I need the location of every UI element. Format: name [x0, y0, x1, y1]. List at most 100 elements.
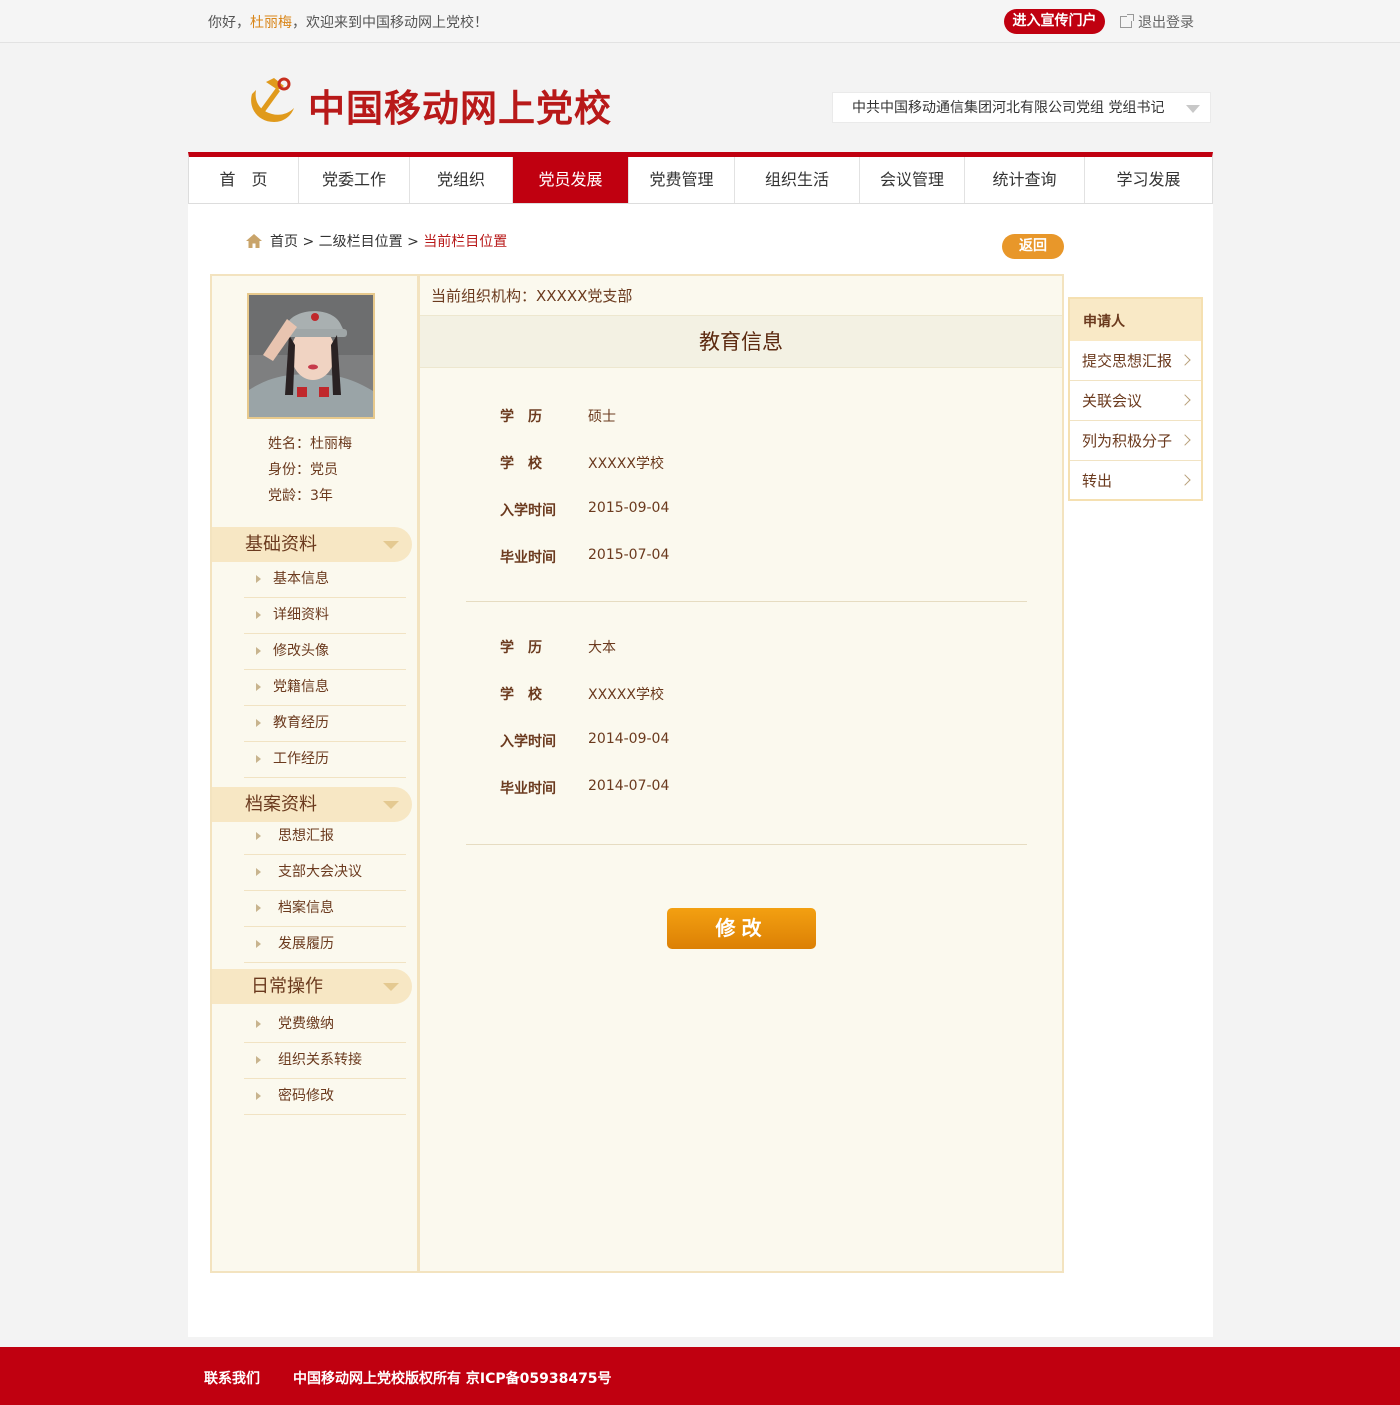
sidebar-item-branch-resolution[interactable]: 支部大会决议	[244, 855, 406, 891]
avatar[interactable]	[247, 293, 375, 419]
divider	[466, 844, 1027, 845]
nav-learning[interactable]: 学习发展	[1085, 157, 1212, 203]
profile-status: 身份：党员	[268, 462, 338, 478]
greeting: 你好，杜丽梅，欢迎来到中国移动网上党校！	[208, 12, 488, 32]
chevron-right-icon	[1179, 354, 1191, 366]
profile-party-age: 党龄：3年	[268, 488, 333, 504]
org-role-select[interactable]: 中共中国移动通信集团河北有限公司党组 党组书记	[832, 92, 1211, 123]
sidebar-item-label: 工作经历	[273, 751, 329, 767]
nav-home[interactable]: 首 页	[189, 157, 299, 203]
sidebar-item-thought-report[interactable]: 思想汇报	[244, 819, 406, 855]
menu-submit-thought-report[interactable]: 提交思想汇报	[1070, 341, 1201, 381]
field-value-degree: 大本	[588, 640, 616, 656]
breadcrumb-current: 当前栏目位置	[423, 234, 508, 250]
nav-meetings[interactable]: 会议管理	[860, 157, 965, 203]
menu-link-meeting[interactable]: 关联会议	[1070, 381, 1201, 421]
greeting-suffix: ，欢迎来到中国移动网上党校！	[292, 15, 488, 31]
caret-right-icon	[256, 832, 261, 840]
field-label-end-date: 毕业时间	[500, 781, 556, 797]
back-button[interactable]: 返回	[1002, 234, 1064, 259]
field-value-start-date: 2015-09-04	[588, 500, 670, 516]
field-value-start-date: 2014-09-04	[588, 731, 670, 747]
menu-item-label: 提交思想汇报	[1082, 352, 1173, 370]
external-link-icon	[1120, 14, 1134, 28]
nav-dues[interactable]: 党费管理	[629, 157, 735, 203]
breadcrumb-home[interactable]: 首页	[270, 234, 298, 250]
org-role-value: 中共中国移动通信集团河北有限公司党组 党组书记	[852, 100, 1165, 116]
nav-party-committee[interactable]: 党委工作	[299, 157, 410, 203]
chevron-down-icon	[1186, 105, 1200, 113]
field-label-degree: 学 历	[500, 640, 542, 656]
nav-org-life[interactable]: 组织生活	[735, 157, 860, 203]
page-title: 教育信息	[420, 315, 1062, 368]
breadcrumb-level2[interactable]: 二级栏目位置	[319, 234, 403, 250]
greeting-prefix: 你好，	[208, 15, 250, 31]
portal-button[interactable]: 进入宣传门户	[1004, 9, 1105, 34]
nav-statistics[interactable]: 统计查询	[965, 157, 1085, 203]
applicant-menu: 申请人 提交思想汇报 关联会议 列为积极分子 转出	[1068, 297, 1203, 501]
home-icon	[246, 234, 262, 248]
sidebar-item-development-history[interactable]: 发展履历	[244, 927, 406, 963]
sidebar-item-archive-info[interactable]: 档案信息	[244, 891, 406, 927]
field-label-start-date: 入学时间	[500, 503, 556, 519]
chevron-right-icon	[1179, 394, 1191, 406]
nav-party-org[interactable]: 党组织	[410, 157, 513, 203]
sidebar-item-label: 发展履历	[278, 936, 334, 952]
field-value-degree: 硕士	[588, 409, 616, 425]
field-label-start-date: 入学时间	[500, 734, 556, 750]
section-daily-ops[interactable]: 日常操作	[212, 969, 412, 1004]
sidebar-item-transfer-relation[interactable]: 组织关系转接	[244, 1043, 406, 1079]
caret-right-icon	[256, 683, 261, 691]
edit-button[interactable]: 修改	[667, 908, 816, 949]
breadcrumb-sep: >	[302, 234, 315, 250]
chevron-down-icon	[383, 801, 399, 809]
field-label-degree: 学 历	[500, 409, 542, 425]
main-nav: 首 页 党委工作 党组织 党员发展 党费管理 组织生活 会议管理 统计查询 学习…	[188, 152, 1213, 204]
caret-right-icon	[256, 868, 261, 876]
user-name[interactable]: 杜丽梅	[250, 15, 292, 31]
caret-right-icon	[256, 1092, 261, 1100]
caret-right-icon	[256, 755, 261, 763]
footer-contact-link[interactable]: 联系我们	[204, 1368, 260, 1388]
caret-right-icon	[256, 904, 261, 912]
sidebar-item-basic-info[interactable]: 基本信息	[244, 562, 406, 598]
section-title: 基础资料	[245, 534, 317, 555]
menu-item-label: 列为积极分子	[1082, 432, 1173, 450]
menu-transfer-out[interactable]: 转出	[1070, 461, 1201, 501]
sidebar-item-label: 组织关系转接	[278, 1052, 362, 1068]
sidebar-item-label: 党费缴纳	[278, 1016, 334, 1032]
caret-right-icon	[256, 1056, 261, 1064]
menu-mark-activist[interactable]: 列为积极分子	[1070, 421, 1201, 461]
caret-right-icon	[256, 647, 261, 655]
nav-member-development[interactable]: 党员发展	[513, 157, 629, 203]
sidebar-item-label: 档案信息	[278, 900, 334, 916]
sidebar-item-pay-dues[interactable]: 党费缴纳	[244, 1007, 406, 1043]
section-archives[interactable]: 档案资料	[212, 787, 412, 822]
caret-right-icon	[256, 1020, 261, 1028]
caret-right-icon	[256, 719, 261, 727]
applicant-menu-title: 申请人	[1070, 299, 1201, 341]
logout-label: 退出登录	[1138, 15, 1194, 31]
site-title: 中国移动网上党校	[308, 86, 612, 130]
sidebar-item-detailed-info[interactable]: 详细资料	[244, 598, 406, 634]
section-title: 档案资料	[245, 794, 317, 815]
caret-right-icon	[256, 611, 261, 619]
sidebar-item-change-avatar[interactable]: 修改头像	[244, 634, 406, 670]
chevron-down-icon	[383, 541, 399, 549]
section-title: 日常操作	[251, 976, 323, 997]
section-basic-info[interactable]: 基础资料	[212, 527, 412, 562]
sidebar-item-label: 修改头像	[273, 643, 329, 659]
sidebar-item-education[interactable]: 教育经历	[244, 706, 406, 742]
menu-item-label: 转出	[1082, 472, 1113, 490]
chevron-right-icon	[1179, 434, 1191, 446]
breadcrumb: 首页 > 二级栏目位置 > 当前栏目位置	[246, 231, 507, 251]
menu-item-label: 关联会议	[1082, 392, 1143, 410]
footer-copyright: 中国移动网上党校版权所有 京ICP备05938475号	[293, 1371, 612, 1387]
logout-button[interactable]: 退出登录	[1120, 12, 1194, 32]
sidebar-item-membership-info[interactable]: 党籍信息	[244, 670, 406, 706]
sidebar-item-work-history[interactable]: 工作经历	[244, 742, 406, 778]
current-org: 当前组织机构：XXXXX党支部	[431, 287, 633, 305]
field-value-end-date: 2015-07-04	[588, 547, 670, 563]
caret-right-icon	[256, 940, 261, 948]
sidebar-item-change-password[interactable]: 密码修改	[244, 1079, 406, 1115]
